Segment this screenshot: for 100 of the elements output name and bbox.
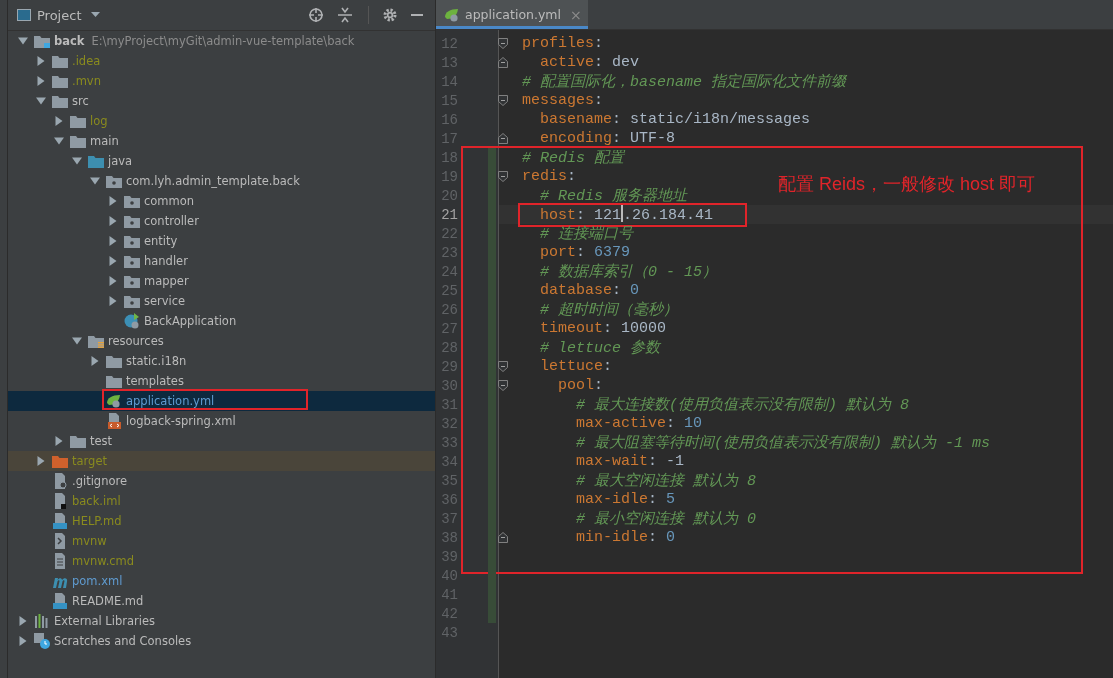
tree-item[interactable]: back.iml bbox=[8, 491, 435, 511]
item-name: handler bbox=[144, 254, 188, 268]
expand-arrow-icon[interactable] bbox=[54, 436, 64, 446]
expand-arrow-icon[interactable] bbox=[108, 256, 118, 266]
tree-item[interactable]: .gitignore bbox=[8, 471, 435, 491]
code-line: max-wait: -1 bbox=[575, 453, 685, 470]
folder-icon bbox=[70, 134, 86, 148]
tree-item[interactable]: common bbox=[8, 191, 435, 211]
window-icon bbox=[17, 9, 31, 21]
folder-icon bbox=[124, 194, 140, 208]
item-name: target bbox=[72, 454, 107, 468]
expand-arrow-icon[interactable] bbox=[108, 276, 118, 286]
item-name: External Libraries bbox=[54, 614, 156, 628]
tree-item[interactable]: resources bbox=[8, 331, 435, 351]
file-icon bbox=[52, 493, 68, 509]
code-line: # 超时时间（毫秒） bbox=[539, 302, 678, 319]
expand-arrow-icon[interactable] bbox=[36, 76, 46, 86]
code-line: # lettuce 参数 bbox=[539, 340, 661, 357]
fold-marker-icon[interactable] bbox=[498, 95, 508, 106]
crosshair-icon[interactable] bbox=[308, 7, 324, 23]
settings-icon[interactable] bbox=[383, 8, 397, 22]
tree-item[interactable]: application.yml bbox=[8, 391, 435, 411]
tree-item[interactable]: service bbox=[8, 291, 435, 311]
collapse-all-icon[interactable] bbox=[338, 7, 352, 23]
code-line: max-idle: 5 bbox=[575, 491, 676, 508]
tree-item[interactable]: controller bbox=[8, 211, 435, 231]
tree-item[interactable]: mvnw.cmd bbox=[8, 551, 435, 571]
item-name: BackApplication bbox=[144, 314, 237, 328]
fold-marker-icon[interactable] bbox=[498, 171, 508, 182]
expand-arrow-icon[interactable] bbox=[18, 636, 28, 646]
tree-item[interactable]: entity bbox=[8, 231, 435, 251]
tree-item[interactable]: main bbox=[8, 131, 435, 151]
tree-item[interactable]: handler bbox=[8, 251, 435, 271]
expand-arrow-icon[interactable] bbox=[90, 356, 100, 366]
folder-icon bbox=[106, 374, 122, 388]
folder-icon bbox=[52, 74, 68, 88]
expand-arrow-icon[interactable] bbox=[90, 176, 100, 186]
expand-arrow-icon[interactable] bbox=[18, 616, 28, 626]
tree-item[interactable]: pom.xml bbox=[8, 571, 435, 591]
panel-title[interactable]: Project bbox=[37, 7, 82, 23]
fold-marker-icon[interactable] bbox=[498, 133, 508, 144]
tree-item[interactable]: test bbox=[8, 431, 435, 451]
fold-marker-icon[interactable] bbox=[498, 380, 508, 391]
tree-item[interactable]: External Libraries bbox=[8, 611, 435, 631]
minimize-icon[interactable] bbox=[411, 13, 423, 17]
expand-arrow-icon[interactable] bbox=[36, 96, 46, 106]
expand-arrow-icon[interactable] bbox=[36, 456, 46, 466]
tree-item[interactable]: BackApplication bbox=[8, 311, 435, 331]
tree-item[interactable]: README.md bbox=[8, 591, 435, 611]
item-name: .gitignore bbox=[72, 474, 128, 488]
expand-arrow-icon[interactable] bbox=[54, 136, 64, 146]
tree-item[interactable]: static.i18n bbox=[8, 351, 435, 371]
tree-item[interactable]: com.lyh.admin_template.back bbox=[8, 171, 435, 191]
tree-item[interactable]: .mvn bbox=[8, 71, 435, 91]
tree-item[interactable]: mvnw bbox=[8, 531, 435, 551]
tree-item[interactable]: mapper bbox=[8, 271, 435, 291]
code-line: lettuce: bbox=[539, 358, 613, 375]
item-path: E:\myProject\myGit\admin-vue-template\back bbox=[91, 34, 355, 48]
fold-marker-icon[interactable] bbox=[498, 38, 508, 49]
tree-item[interactable]: .idea bbox=[8, 51, 435, 71]
folder-icon bbox=[70, 434, 86, 448]
dropdown-caret-icon[interactable] bbox=[91, 12, 101, 18]
folder-icon bbox=[88, 334, 104, 348]
expand-arrow-icon[interactable] bbox=[108, 296, 118, 306]
folder-icon bbox=[124, 274, 140, 288]
folder-icon bbox=[34, 34, 50, 48]
folder-icon bbox=[124, 294, 140, 308]
tree-item[interactable]: java bbox=[8, 151, 435, 171]
tree-item[interactable]: templates bbox=[8, 371, 435, 391]
item-name: common bbox=[144, 194, 195, 208]
editor-tab[interactable]: application.yml × bbox=[436, 0, 588, 29]
tree-item[interactable]: HELP.md bbox=[8, 511, 435, 531]
file-icon bbox=[52, 513, 68, 529]
fold-marker-icon[interactable] bbox=[498, 57, 508, 68]
fold-marker-icon[interactable] bbox=[498, 361, 508, 372]
tree-item[interactable]: log bbox=[8, 111, 435, 131]
expand-arrow-icon[interactable] bbox=[54, 116, 64, 126]
code-line: # 最大空闲连接 默认为 8 bbox=[575, 473, 757, 490]
expand-arrow-icon[interactable] bbox=[36, 56, 46, 66]
code-line: # 最小空闲连接 默认为 0 bbox=[575, 511, 757, 528]
code-line: profiles: bbox=[522, 35, 604, 52]
code-line: encoding: UTF-8 bbox=[539, 130, 676, 147]
tree-item[interactable]: back E:\myProject\myGit\admin-vue-template\back bbox=[8, 31, 435, 51]
item-name: .idea bbox=[72, 54, 101, 68]
fold-marker-icon[interactable] bbox=[498, 532, 508, 543]
file-icon bbox=[52, 553, 68, 569]
expand-arrow-icon[interactable] bbox=[108, 216, 118, 226]
expand-arrow-icon[interactable] bbox=[72, 336, 82, 346]
expand-arrow-icon[interactable] bbox=[18, 36, 28, 46]
tree-item[interactable]: logback-spring.xml bbox=[8, 411, 435, 431]
scratches-icon bbox=[34, 633, 50, 649]
item-name: service bbox=[144, 294, 186, 308]
code-line: timeout: 10000 bbox=[539, 320, 667, 337]
tree-item[interactable]: src bbox=[8, 91, 435, 111]
expand-arrow-icon[interactable] bbox=[108, 196, 118, 206]
tree-item[interactable]: Scratches and Consoles bbox=[8, 631, 435, 651]
code-line: basename: static/i18n/messages bbox=[539, 111, 811, 128]
expand-arrow-icon[interactable] bbox=[72, 156, 82, 166]
expand-arrow-icon[interactable] bbox=[108, 236, 118, 246]
code-line: # 最大连接数(使用负值表示没有限制) 默认为 8 bbox=[575, 397, 910, 414]
